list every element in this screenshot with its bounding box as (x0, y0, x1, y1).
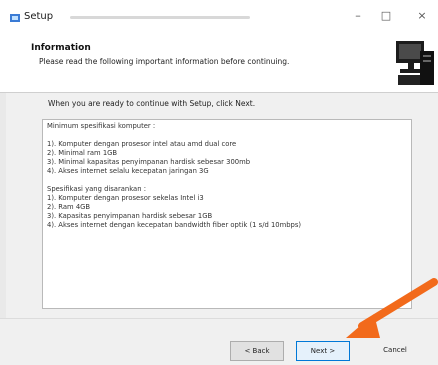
title-bar[interactable]: Setup – □ × (0, 0, 438, 35)
memo-line: 2). Minimal ram 1GB (47, 149, 118, 157)
memo-line (47, 176, 407, 185)
setup-window: Setup – □ × Information Please read the … (0, 0, 438, 365)
memo-line: 1). Komputer dengan prosesor intel atau … (47, 140, 237, 148)
setup-computer-icon (396, 41, 434, 85)
window-title: Setup (24, 11, 54, 22)
minimize-button[interactable]: – (348, 8, 368, 24)
memo-line: 1). Komputer dengan prosesor sekelas Int… (47, 194, 204, 202)
wizard-header: Information Please read the following im… (0, 34, 438, 93)
back-button[interactable]: < Back (230, 341, 284, 361)
setup-app-icon (10, 14, 20, 22)
memo-line: Spesifikasi yang disarankan : (47, 185, 146, 193)
close-button[interactable]: × (412, 8, 432, 24)
page-subtitle: Please read the following important info… (39, 57, 290, 66)
memo-line: 3). Kapasitas penyimpanan hardisk sebesa… (47, 212, 213, 220)
page-title: Information (31, 43, 91, 53)
memo-line: Minimum spesifikasi komputer : (47, 122, 156, 130)
memo-line: 4). Akses internet dengan kecepatan band… (47, 221, 302, 229)
orange-arrow-annotation (346, 278, 438, 338)
memo-line (47, 131, 407, 140)
memo-line: 3). Minimal kapasitas penyimpanan hardis… (47, 158, 251, 166)
title-bar-blur (70, 16, 250, 19)
intro-text: When you are ready to continue with Setu… (48, 99, 256, 108)
maximize-button[interactable]: □ (376, 8, 396, 24)
memo-line: 4). Akses internet selalu kecepatan jari… (47, 167, 209, 175)
memo-line: 2). Ram 4GB (47, 203, 91, 211)
